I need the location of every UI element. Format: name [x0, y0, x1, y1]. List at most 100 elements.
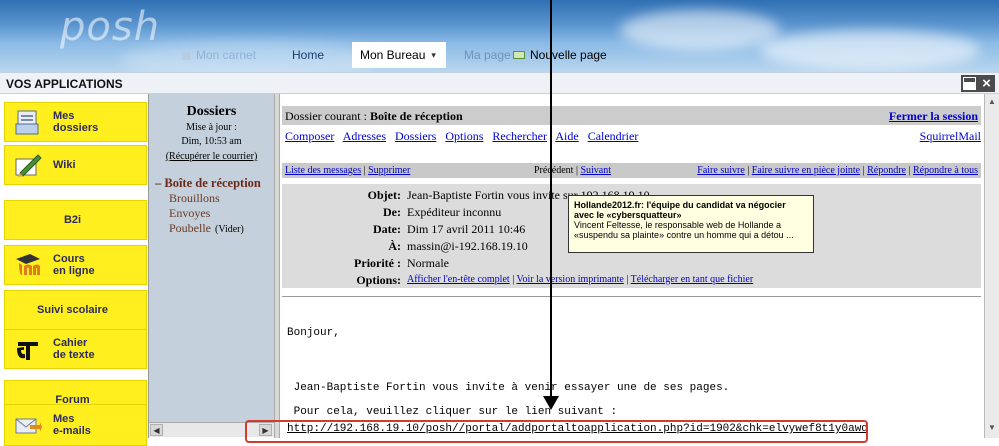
header-key: Objet: — [367, 188, 401, 202]
menu-options[interactable]: Options — [445, 129, 483, 143]
app-label: B2i — [63, 214, 82, 226]
new-page-icon — [513, 51, 525, 59]
header-key: À: — [388, 239, 401, 253]
folder-icon — [13, 107, 43, 137]
app-label: Wiki — [53, 159, 76, 171]
app-label: Cahier de texte — [53, 337, 95, 361]
tab-mon-bureau[interactable]: Mon Bureau ▾ — [352, 42, 446, 68]
folder-list: – Boîte de réception Brouillons Envoyes … — [149, 176, 274, 237]
delete-link[interactable]: Supprimer — [368, 165, 410, 176]
printable-version-link[interactable]: Voir la version imprimante — [517, 274, 624, 285]
folder-drafts[interactable]: Brouillons — [149, 191, 274, 206]
app-label: Suivi scolaire — [37, 304, 108, 316]
header-options: Options: Afficher l'en-tête complet | Vo… — [282, 273, 753, 288]
app-mes-e-mails[interactable]: Mes e-mails — [4, 404, 147, 446]
applications-header: VOS APPLICATIONS × — [0, 72, 999, 94]
app-wiki[interactable]: Wiki — [4, 145, 147, 185]
new-page-label: Nouvelle page — [530, 48, 607, 62]
folder-inbox[interactable]: – Boîte de réception — [149, 176, 274, 191]
app-label: Cours en ligne — [53, 253, 95, 277]
forward-attachment-link[interactable]: Faire suivre en pièce jointe — [752, 165, 860, 176]
scroll-up-icon[interactable]: ▲ — [986, 96, 998, 108]
minimize-icon[interactable] — [961, 75, 978, 92]
folder-label: Poubelle — [169, 221, 211, 235]
current-folder-bar: Dossier courant : Boîte de réception Fer… — [282, 106, 981, 125]
reply-link[interactable]: Répondre — [867, 165, 906, 176]
nav-home[interactable]: Home — [292, 44, 324, 66]
applications-title: VOS APPLICATIONS — [6, 77, 123, 91]
body-line-invite: Jean-Baptiste Fortin vous invite à venir… — [287, 382, 730, 394]
scroll-down-icon[interactable]: ▼ — [986, 422, 998, 434]
cdt-icon — [13, 334, 43, 364]
annotation-arrow-head — [543, 396, 559, 410]
app-cours-en-ligne[interactable]: Cours en ligne — [4, 245, 147, 285]
top-banner: posh Mon carnet Home Mon Bureau ▾ Ma pag… — [0, 0, 999, 72]
body-line-instruction: Pour cela, veuillez cliquer sur le lien … — [287, 406, 618, 418]
header-key: Options: — [356, 273, 401, 287]
menu-aide[interactable]: Aide — [555, 129, 578, 143]
prev-label: Précédent — [534, 165, 574, 176]
menu-adresses[interactable]: Adresses — [343, 129, 386, 143]
message-list-link[interactable]: Liste des messages — [285, 165, 361, 176]
empty-trash-link[interactable]: (Vider) — [215, 224, 244, 235]
header-date: Date: Dim 17 avril 2011 10:46 — [282, 222, 525, 238]
tab-mon-bureau-label: Mon Bureau — [360, 48, 426, 62]
reply-all-link[interactable]: Répondre à tous — [913, 165, 978, 176]
tooltip-title: Hollande2012.fr: l'équipe du candidat va… — [574, 200, 786, 220]
folder-trash[interactable]: Poubelle (Vider) — [149, 221, 274, 237]
folders-title: Dossiers — [186, 104, 237, 119]
folders-updated-time: Dim, 10:53 am — [181, 136, 242, 147]
app-label: Mes dossiers — [53, 110, 99, 134]
folder-label: Boîte de réception — [164, 176, 261, 190]
app-suivi-scolaire[interactable]: Suivi scolaire — [4, 290, 147, 330]
menu-calendrier[interactable]: Calendrier — [588, 129, 639, 143]
header-value: Normale — [407, 256, 449, 270]
menu-dossiers[interactable]: Dossiers — [395, 129, 436, 143]
header-from: De: Expéditeur inconnu — [282, 205, 501, 221]
vertical-scrollbar[interactable]: ▲ ▼ — [984, 94, 999, 438]
header-value: Dim 17 avril 2011 10:46 — [407, 222, 526, 236]
scroll-left-icon[interactable]: ◀ — [150, 424, 163, 436]
application-list: Mes dossiers Wiki B2i Cours en ligne Sui… — [0, 94, 148, 446]
prev-next-group: Précédent | Suivant — [534, 165, 612, 176]
header-key: Priorité : — [354, 256, 401, 270]
nav-mon-carnet-label: Mon carnet — [196, 48, 257, 62]
header-key: De: — [383, 205, 401, 219]
full-header-link[interactable]: Afficher l'en-tête complet — [407, 274, 510, 285]
next-link[interactable]: Suivant — [580, 165, 611, 176]
current-folder-label: Dossier courant : — [285, 109, 367, 123]
squirrelmail-link[interactable]: SquirrelMail — [920, 129, 981, 144]
header-to: À: massin@i-192.168.19.10 — [282, 239, 528, 255]
logout-link[interactable]: Fermer la session — [889, 109, 978, 124]
app-mes-dossiers[interactable]: Mes dossiers — [4, 102, 147, 142]
pencil-icon — [13, 150, 43, 180]
mail-menu: Composer Adresses Dossiers Options Reche… — [285, 129, 644, 144]
notebook-icon — [182, 50, 191, 60]
nav-mon-carnet[interactable]: Mon carnet — [182, 44, 256, 66]
message-pane: Dossier courant : Boîte de réception Fer… — [280, 94, 985, 438]
fetch-mail-link[interactable]: (Récupérer le courrier) — [149, 151, 274, 162]
tooltip-text: Vincent Feltesse, le responsable web de … — [574, 220, 794, 240]
header-value: massin@i-192.168.19.10 — [407, 239, 528, 253]
app-label: Mes e-mails — [53, 413, 91, 437]
folder-sent[interactable]: Envoyes — [149, 206, 274, 221]
tab-ma-page[interactable]: Ma page — [464, 44, 511, 66]
menu-rechercher[interactable]: Rechercher — [492, 129, 547, 143]
app-cahier-de-texte[interactable]: Cahier de texte — [4, 329, 147, 369]
header-value: Expéditeur inconnu — [407, 205, 502, 219]
annotation-arrow-line — [550, 0, 552, 398]
new-page-button[interactable]: Nouvelle page — [513, 44, 607, 66]
header-key: Date: — [373, 222, 401, 236]
message-body: Bonjour, Jean-Baptiste Fortin vous invit… — [282, 296, 981, 438]
app-b2i[interactable]: B2i — [4, 200, 147, 240]
forward-link[interactable]: Faire suivre — [697, 165, 745, 176]
annotation-highlight-box — [245, 420, 868, 443]
reply-group: Faire suivre | Faire suivre en pièce joi… — [697, 165, 978, 176]
chevron-down-icon[interactable]: ▾ — [431, 50, 436, 61]
body-greeting: Bonjour, — [287, 327, 340, 339]
menu-composer[interactable]: Composer — [285, 129, 334, 143]
posh-logo: posh — [60, 4, 161, 50]
download-link[interactable]: Télécharger en tant que fichier — [631, 274, 754, 285]
close-icon[interactable]: × — [978, 75, 995, 92]
folder-pane: Dossiers Mise à jour : Dim, 10:53 am (Ré… — [149, 94, 274, 422]
